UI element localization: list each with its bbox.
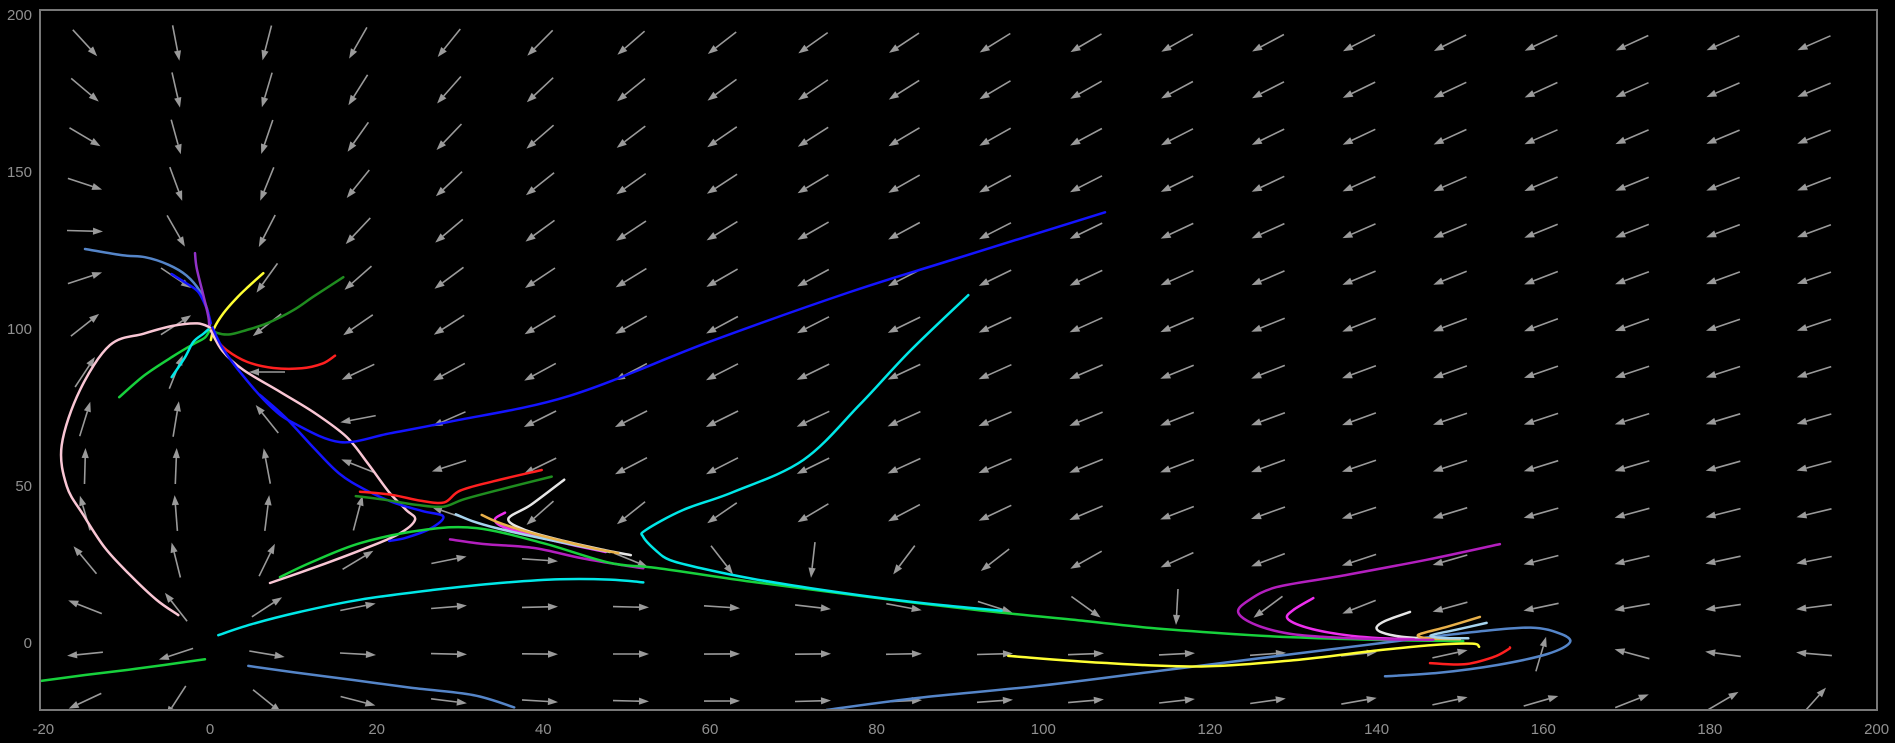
flow-arrow xyxy=(175,458,176,484)
y-tick-label: 150 xyxy=(7,164,32,181)
x-tick-label: 100 xyxy=(1031,721,1056,738)
flow-arrow xyxy=(977,654,1003,655)
flow-arrow xyxy=(85,458,86,484)
flow-arrow xyxy=(67,231,93,232)
flow-arrow xyxy=(795,701,821,702)
y-tick-label: 100 xyxy=(7,321,32,338)
x-tick-label: 180 xyxy=(1697,721,1722,738)
x-tick-label: 0 xyxy=(206,721,214,738)
plot-area[interactable] xyxy=(40,10,1877,710)
x-tick-label: 160 xyxy=(1531,721,1556,738)
x-tick-label: 200 xyxy=(1864,721,1889,738)
y-tick-label: 0 xyxy=(24,635,32,652)
flow-arrow xyxy=(1068,654,1094,655)
x-tick-label: 140 xyxy=(1364,721,1389,738)
x-tick-label: 120 xyxy=(1197,721,1222,738)
flow-arrow xyxy=(886,654,912,655)
flow-arrow xyxy=(613,701,639,702)
phase-portrait-figure: -20 0 20 40 60 80 100 120 140 160 180 200 0 50 100 150 2… xyxy=(0,0,1895,743)
phase-portrait-canvas[interactable]: -20 0 20 40 60 80 100 120 140 160 180 200 0 50 100 150 2… xyxy=(0,0,1895,743)
x-tick-label: 20 xyxy=(368,721,385,738)
y-tick-label: 50 xyxy=(15,478,32,495)
x-tick-label: 80 xyxy=(868,721,885,738)
x-tick-label: 40 xyxy=(535,721,552,738)
flow-arrow xyxy=(522,607,548,608)
x-tick-label: -20 xyxy=(32,721,54,738)
x-tick-label: 60 xyxy=(702,721,719,738)
flow-arrow xyxy=(613,607,639,608)
flow-arrow xyxy=(431,654,457,655)
y-tick-label: 200 xyxy=(7,7,32,24)
